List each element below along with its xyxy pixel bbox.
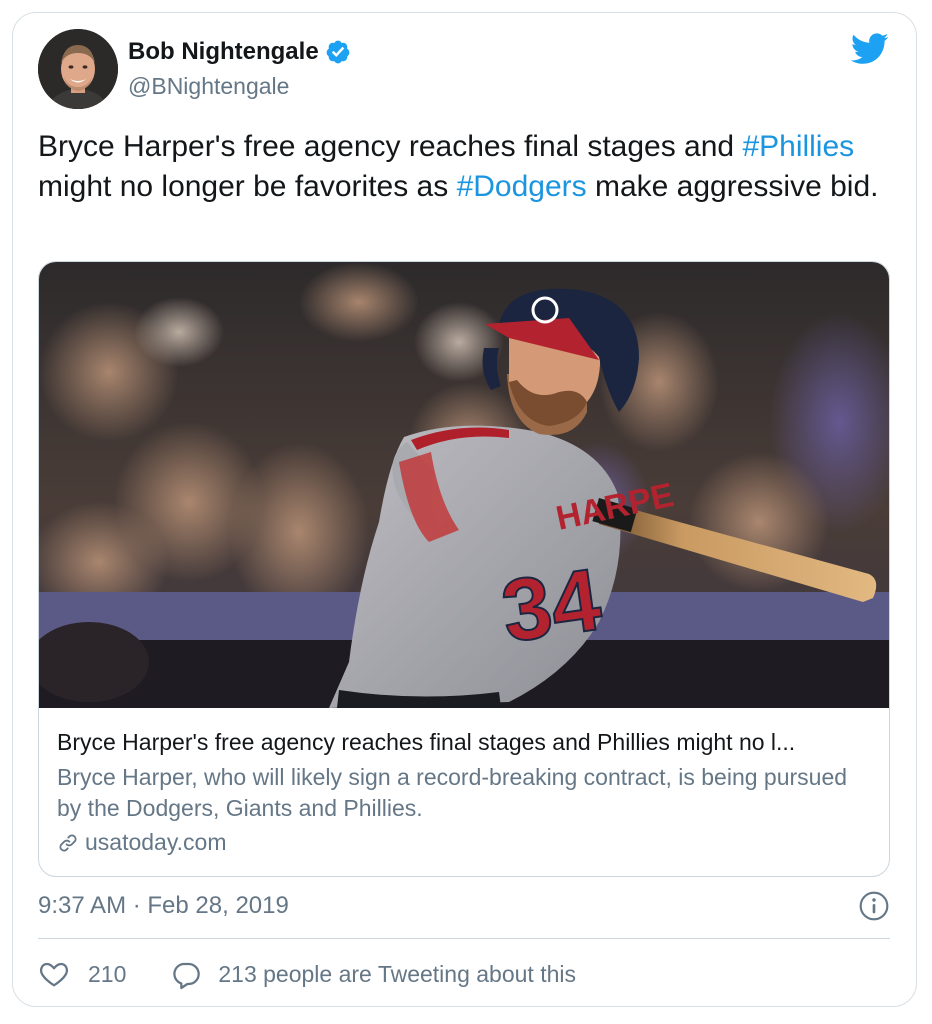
tweet-text-part: might no longer be favorites as (38, 170, 457, 203)
author-name-text[interactable]: Bob Nightengale (128, 38, 319, 66)
jersey-number: 34 (496, 549, 607, 661)
reply-bubble-icon[interactable] (170, 958, 202, 990)
author-handle[interactable]: @BNightengale (128, 73, 289, 100)
divider (38, 938, 890, 939)
tweeting-about-count[interactable]: 213 people are Tweeting about this (218, 961, 576, 988)
link-icon (59, 834, 77, 851)
tweet-actions: 210 213 people are Tweeting about this (38, 956, 576, 992)
author-avatar[interactable] (38, 29, 118, 109)
tweet-text-part: Bryce Harper's free agency reaches final… (38, 130, 743, 163)
hashtag-dodgers[interactable]: #Dodgers (457, 170, 587, 203)
info-icon[interactable] (858, 890, 890, 922)
link-card-domain-text[interactable]: usatoday.com (85, 829, 226, 856)
link-preview-card[interactable]: HARPE 34 Bryce Harper's free agency reac… (38, 261, 890, 877)
author-name[interactable]: Bob Nightengale (128, 38, 351, 66)
tweet-text: Bryce Harper's free agency reaches final… (38, 127, 888, 207)
like-count[interactable]: 210 (88, 961, 126, 988)
tweet-text-part: make aggressive bid. (586, 170, 879, 203)
verified-badge-icon (326, 40, 350, 64)
hashtag-phillies[interactable]: #Phillies (742, 130, 854, 163)
twitter-bird-icon[interactable] (851, 33, 889, 65)
link-card-title[interactable]: Bryce Harper's free agency reaches final… (57, 729, 877, 756)
tweet-timestamp[interactable]: 9:37 AM · Feb 28, 2019 (38, 892, 289, 920)
link-card-description: Bryce Harper, who will likely sign a rec… (57, 764, 848, 821)
heart-icon[interactable] (38, 958, 70, 990)
link-card-domain[interactable]: usatoday.com (57, 829, 226, 856)
article-photo[interactable]: HARPE 34 (39, 262, 890, 708)
